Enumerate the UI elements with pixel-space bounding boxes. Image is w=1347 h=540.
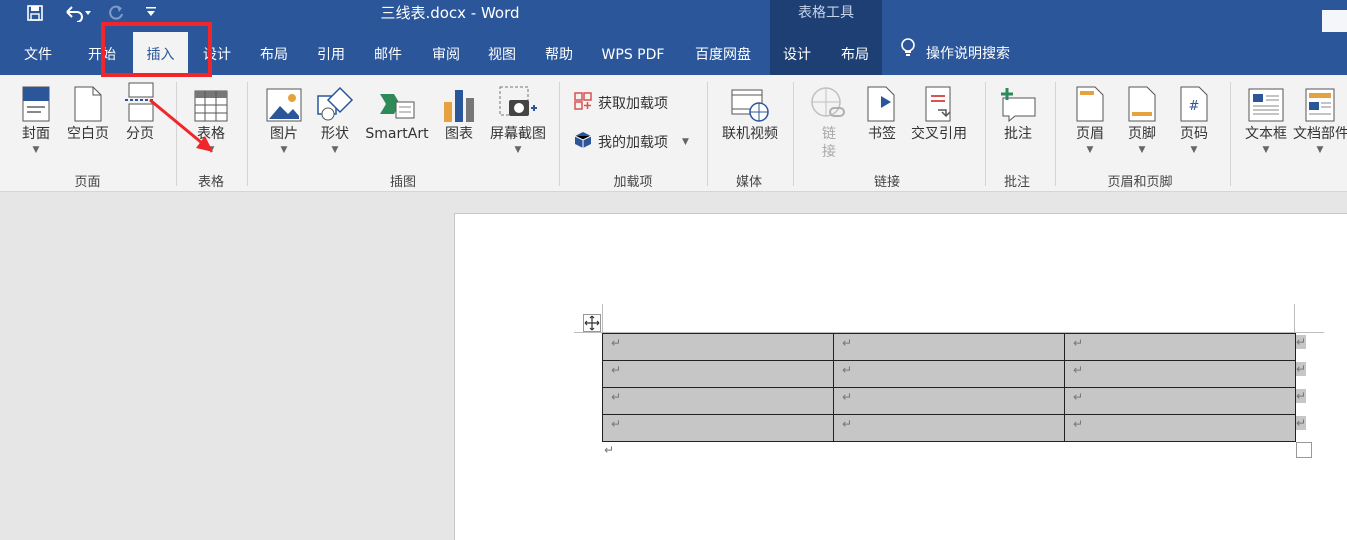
red-arrow-annotation [149, 98, 213, 152]
